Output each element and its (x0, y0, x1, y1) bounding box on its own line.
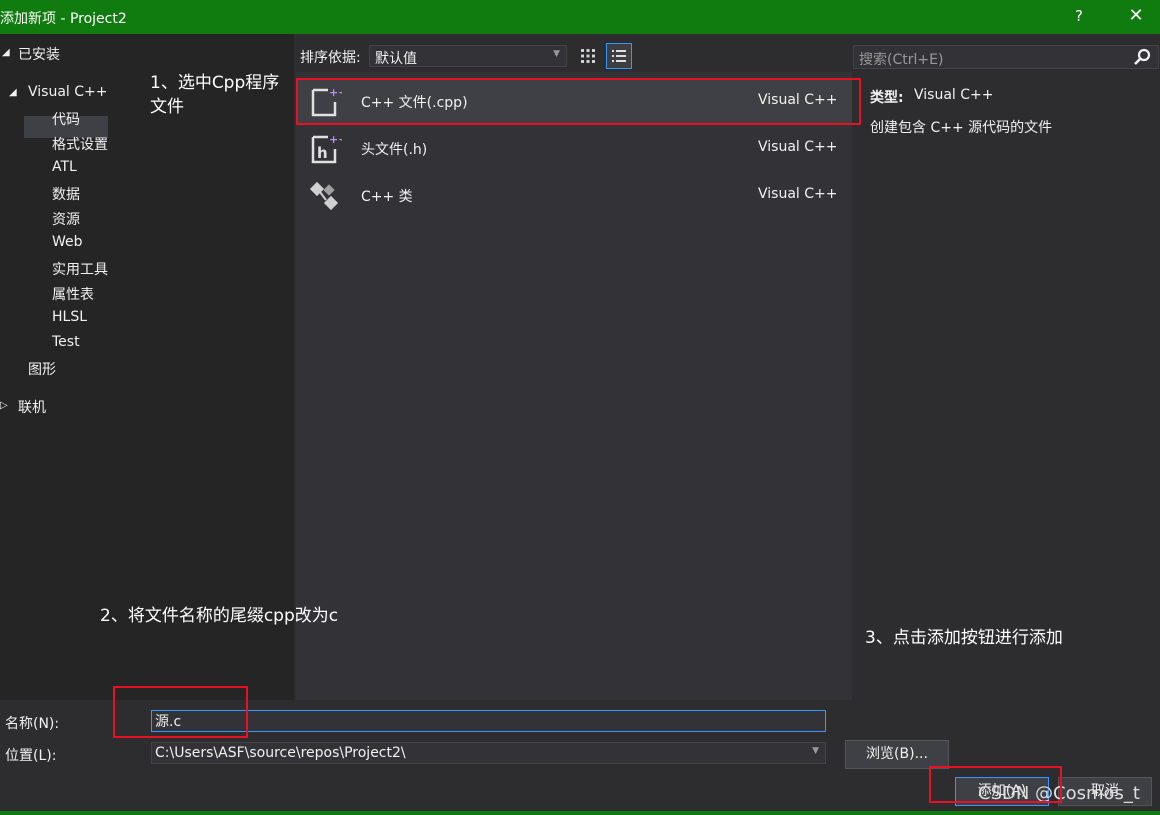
window-title: 添加新项 - Project2 (0, 11, 127, 27)
search-icon[interactable] (1132, 47, 1152, 67)
cpp-class-icon (309, 181, 339, 211)
sort-dropdown-value: 默认值 (375, 51, 417, 67)
annotation-box-add (929, 766, 1062, 803)
list-view-icon[interactable] (606, 43, 632, 69)
tree-item-online[interactable]: 联机 (18, 397, 46, 417)
search-input[interactable]: 搜索(Ctrl+E) (853, 45, 1159, 69)
collapse-triangle-icon[interactable]: ◢ (9, 87, 17, 98)
annotation-step2: 2、将文件名称的尾缀cpp改为c (100, 606, 339, 626)
tree-item-data[interactable]: 数据 (52, 184, 80, 204)
template-name: 头文件(.h) (361, 142, 428, 158)
tree-item-web[interactable]: Web (52, 234, 83, 250)
name-label: 名称(N): (5, 716, 60, 732)
template-row-header-file[interactable]: h ++ 头文件(.h) Visual C++ (296, 125, 852, 171)
collapse-triangle-icon[interactable]: ◢ (2, 47, 10, 58)
header-file-icon: h ++ (311, 133, 342, 164)
template-language: Visual C++ (758, 186, 838, 202)
svg-text:h: h (317, 144, 328, 162)
location-dropdown[interactable]: C:\Users\ASF\source\repos\Project2\ ▼ (151, 742, 826, 764)
sort-dropdown[interactable]: 默认值 ▼ (369, 45, 567, 67)
annotation-box-name (113, 686, 248, 738)
tree-item-atl[interactable]: ATL (52, 159, 77, 175)
close-button[interactable]: ✕ (1124, 5, 1148, 27)
tree-item-utility[interactable]: 实用工具 (52, 259, 108, 279)
type-description: 创建包含 C++ 源代码的文件 (870, 120, 1053, 136)
template-language: Visual C++ (758, 139, 838, 155)
tree-item-installed[interactable]: 已安装 (18, 44, 60, 64)
expand-triangle-icon[interactable]: ▷ (0, 400, 8, 411)
tree-item-resource[interactable]: 资源 (52, 209, 80, 229)
tree-item-property-sheet[interactable]: 属性表 (52, 284, 94, 304)
tree-item-test[interactable]: Test (52, 334, 80, 350)
type-value: Visual C++ (914, 87, 994, 103)
chevron-down-icon: ▼ (553, 49, 560, 59)
tree-item-graphics[interactable]: 图形 (28, 359, 56, 379)
tree-item-code[interactable]: 代码 (52, 109, 80, 129)
tree-item-hlsl[interactable]: HLSL (52, 309, 87, 325)
svg-text:++: ++ (329, 133, 342, 146)
browse-button[interactable]: 浏览(B)... (845, 740, 949, 769)
location-value: C:\Users\ASF\source\repos\Project2\ (155, 745, 406, 761)
location-label: 位置(L): (5, 748, 57, 764)
bottom-border (0, 811, 1160, 815)
grid-view-icon[interactable] (578, 45, 598, 67)
annotation-step3: 3、点击添加按钮进行添加 (865, 628, 1063, 648)
annotation-step1: 1、选中Cpp程序 (150, 73, 280, 93)
template-row-cpp-class[interactable]: C++ 类 Visual C++ (296, 172, 852, 218)
tree-item-formatting[interactable]: 格式设置 (52, 134, 108, 154)
search-placeholder: 搜索(Ctrl+E) (859, 52, 944, 68)
title-bar (0, 0, 1160, 34)
annotation-box-template (296, 78, 861, 125)
tree-item-visual-cpp[interactable]: Visual C++ (28, 84, 107, 100)
chevron-down-icon: ▼ (812, 746, 819, 756)
template-name: C++ 类 (361, 189, 413, 205)
name-field[interactable] (151, 710, 826, 732)
template-list: ++ C++ 文件(.cpp) Visual C++ h ++ 头文件(.h) … (296, 72, 852, 700)
sort-label: 排序依据: (300, 50, 361, 66)
help-button[interactable]: ? (1068, 7, 1090, 27)
type-label: 类型: (870, 90, 904, 106)
annotation-step1-continued: 文件 (150, 97, 184, 117)
